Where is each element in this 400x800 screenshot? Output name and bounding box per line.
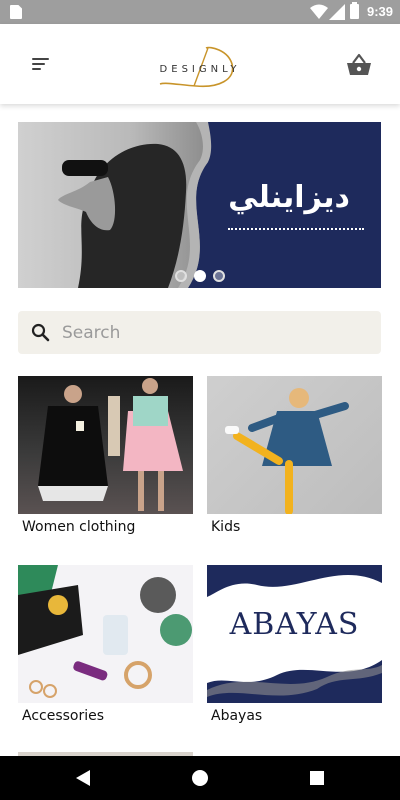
search-input[interactable] bbox=[62, 319, 362, 347]
battery-icon bbox=[350, 2, 359, 19]
menu-icon-line bbox=[32, 63, 45, 65]
category-label: Abayas bbox=[211, 708, 263, 724]
carousel-dot[interactable] bbox=[175, 270, 187, 282]
category-image-kids bbox=[207, 376, 382, 514]
menu-button[interactable] bbox=[24, 50, 56, 78]
category-image-accessories bbox=[18, 565, 193, 703]
category-label: Women clothing bbox=[22, 519, 136, 535]
abayas-image-text: ABAYAS bbox=[229, 607, 360, 642]
kid-dancing-image bbox=[225, 388, 349, 514]
system-nav-bar bbox=[0, 756, 400, 800]
cart-button[interactable] bbox=[344, 52, 374, 80]
signal-icon bbox=[329, 4, 345, 20]
app-header: DESIGNLY bbox=[0, 24, 400, 104]
accessories-image bbox=[18, 565, 192, 698]
runway-image bbox=[38, 378, 183, 511]
banner-title: ديزاينلي bbox=[228, 180, 350, 215]
category-card-kids[interactable]: Kids bbox=[207, 376, 382, 535]
carousel-indicator bbox=[175, 270, 225, 282]
category-label: Kids bbox=[211, 519, 241, 535]
banner-divider bbox=[228, 228, 364, 230]
carousel-dot-active[interactable] bbox=[194, 270, 206, 282]
back-icon[interactable] bbox=[76, 770, 90, 786]
status-time: 9:39 bbox=[367, 4, 394, 19]
sim-icon bbox=[10, 5, 22, 19]
promo-banner[interactable]: ديزاينلي bbox=[18, 122, 381, 288]
basket-icon bbox=[347, 53, 371, 75]
menu-icon-line bbox=[32, 68, 41, 70]
category-card-accessories[interactable]: Accessories bbox=[18, 565, 193, 724]
app-logo: DESIGNLY bbox=[148, 42, 252, 92]
recent-apps-icon[interactable] bbox=[310, 771, 324, 785]
wifi-icon bbox=[310, 4, 328, 19]
search-bar[interactable] bbox=[18, 311, 381, 354]
home-icon[interactable] bbox=[192, 770, 208, 786]
category-image-abayas: ABAYAS bbox=[207, 565, 382, 703]
menu-icon bbox=[32, 58, 49, 60]
status-bar: 9:39 bbox=[0, 0, 400, 24]
carousel-dot[interactable] bbox=[213, 270, 225, 282]
category-image-women-clothing bbox=[18, 376, 193, 514]
search-icon bbox=[31, 323, 50, 342]
category-label: Accessories bbox=[22, 708, 105, 724]
category-card-women-clothing[interactable]: Women clothing bbox=[18, 376, 193, 535]
category-card-abayas[interactable]: ABAYAS Abayas bbox=[207, 565, 382, 724]
logo-text: DESIGNLY bbox=[159, 64, 241, 75]
